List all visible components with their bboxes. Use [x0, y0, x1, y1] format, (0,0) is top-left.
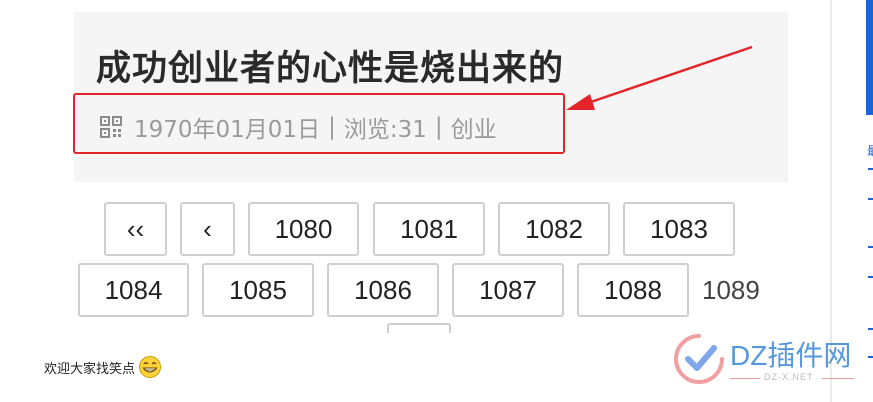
footer-text: 欢迎大家找笑点 — [44, 361, 136, 377]
watermark-rule — [730, 378, 760, 379]
pager-page-button[interactable]: 1088 — [577, 263, 689, 317]
footer-signature: 欢迎大家找笑点 — [44, 355, 162, 379]
pager-prev-button[interactable]: ‹ — [180, 202, 235, 256]
grinning-face-icon — [138, 355, 162, 379]
pager-page-button[interactable]: 1081 — [373, 202, 485, 256]
annotation-arrow-icon — [566, 45, 753, 110]
pager-page-button[interactable]: 1082 — [498, 202, 610, 256]
sidebar-list-marker — [868, 198, 873, 200]
pager-next-button[interactable] — [387, 323, 451, 333]
pager-page-button[interactable]: 1080 — [248, 202, 359, 256]
sidebar-heading: 最 — [867, 142, 873, 159]
site-watermark: DZ插件网 DZ-X.NET — [672, 328, 862, 388]
watermark-site: DZ-X.NET — [764, 372, 814, 382]
sidebar-list-marker — [868, 328, 873, 330]
pager-page-button[interactable]: 1087 — [452, 263, 564, 317]
sidebar-list-marker — [868, 276, 873, 278]
pager-page-button[interactable]: 1083 — [623, 202, 735, 256]
pager-page-button[interactable]: 1085 — [202, 263, 314, 317]
watermark-brand: DZ插件网 — [730, 340, 852, 371]
pager-first-button[interactable]: ‹‹ — [104, 202, 167, 256]
watermark-logo-icon — [674, 334, 724, 384]
sidebar-list-marker — [868, 168, 873, 170]
pager-current-page: 1089 — [702, 274, 760, 305]
pager-page-button[interactable]: 1084 — [78, 263, 189, 317]
sidebar-accent-bar[interactable] — [866, 0, 873, 115]
sidebar-list-marker — [868, 356, 873, 358]
highlight-annotation-box — [73, 93, 565, 154]
sidebar-list-marker — [868, 246, 873, 248]
pager-page-button[interactable]: 1086 — [327, 263, 439, 317]
article-title[interactable]: 成功创业者的心性是烧出来的 — [96, 40, 564, 91]
watermark-rule — [822, 378, 854, 379]
